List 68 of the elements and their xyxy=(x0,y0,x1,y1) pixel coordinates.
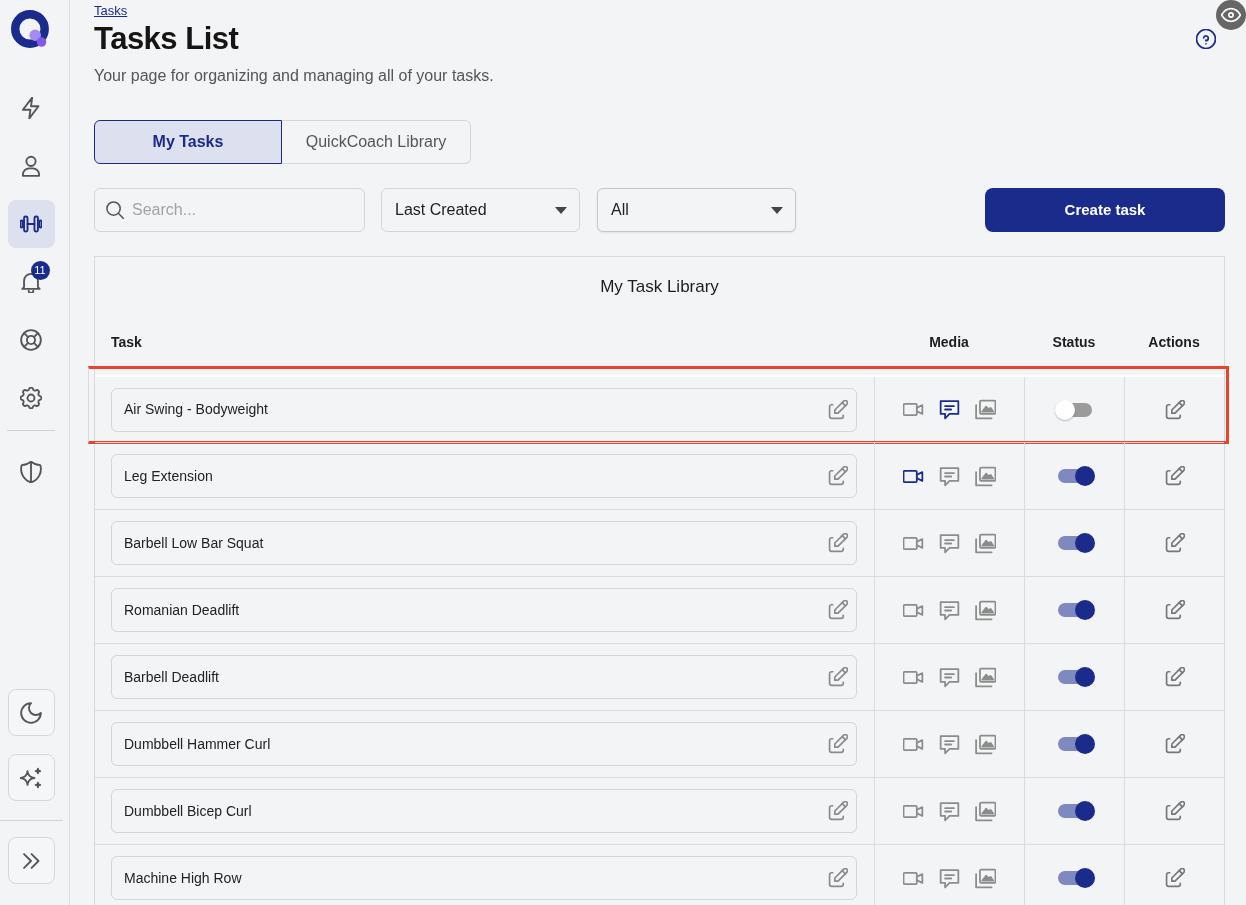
task-name-field[interactable]: Air Swing - Bodyweight xyxy=(111,387,857,432)
image-icon[interactable] xyxy=(975,599,996,621)
person-icon xyxy=(20,155,42,177)
eye-button[interactable] xyxy=(1216,0,1246,30)
edit-icon[interactable] xyxy=(828,667,848,687)
task-name-field[interactable]: Barbell Low Bar Squat xyxy=(111,521,857,565)
theme-button[interactable] xyxy=(7,689,55,736)
notification-badge: 11 xyxy=(30,261,50,280)
breadcrumb-link[interactable]: Tasks xyxy=(94,4,128,18)
column-header: Actions xyxy=(1148,333,1200,352)
comment-icon[interactable] xyxy=(939,399,960,420)
caret-icon xyxy=(771,206,783,214)
sidebar-item[interactable]: 11 xyxy=(7,258,55,306)
task-name-field[interactable]: Romanian Deadlift xyxy=(111,588,857,632)
dumbbell-icon xyxy=(20,213,42,235)
edit-icon[interactable] xyxy=(1164,801,1185,821)
edit-icon[interactable] xyxy=(828,868,848,888)
edit-icon[interactable] xyxy=(1164,600,1185,620)
edit-icon[interactable] xyxy=(1164,466,1185,486)
image-icon[interactable] xyxy=(975,733,996,755)
task-name-field[interactable]: Dumbbell Bicep Curl xyxy=(111,789,857,833)
image-icon[interactable] xyxy=(975,666,996,688)
filter-select[interactable]: All xyxy=(597,188,796,232)
sparkles-icon xyxy=(20,766,42,789)
task-name-field[interactable]: Leg Extension xyxy=(111,454,857,498)
image-icon[interactable] xyxy=(975,867,996,889)
edit-icon[interactable] xyxy=(1164,868,1185,888)
task-name-field[interactable]: Barbell Deadlift xyxy=(111,655,857,699)
tab[interactable]: My Tasks xyxy=(94,120,282,164)
edit-icon[interactable] xyxy=(1164,667,1185,687)
search-icon xyxy=(106,201,124,219)
search-field[interactable]: Search... xyxy=(94,188,365,232)
sparkles-button[interactable] xyxy=(7,754,55,801)
lifebuoy-icon xyxy=(20,329,42,351)
logo-icon[interactable] xyxy=(11,10,51,50)
caret-icon xyxy=(555,206,567,214)
edit-icon[interactable] xyxy=(828,533,848,553)
create-task-button[interactable]: Create task xyxy=(985,188,1225,232)
edit-icon[interactable] xyxy=(828,734,848,754)
edit-icon[interactable] xyxy=(828,399,848,420)
edit-icon[interactable] xyxy=(828,600,848,620)
page-subtitle: Your page for organizing and managing all of your tasks. xyxy=(94,66,495,86)
column-header: Status xyxy=(1052,333,1096,352)
moon-icon xyxy=(20,701,42,724)
edit-icon[interactable] xyxy=(828,801,848,821)
help-icon[interactable] xyxy=(1196,29,1216,49)
image-icon[interactable] xyxy=(975,465,996,487)
sort-select[interactable]: Last Created xyxy=(381,188,580,232)
expand-button[interactable] xyxy=(7,837,55,884)
page-title: Tasks List xyxy=(94,21,239,57)
task-name-field[interactable]: Machine High Row xyxy=(111,856,857,900)
edit-icon[interactable] xyxy=(828,466,848,486)
tab[interactable]: QuickCoach Library xyxy=(282,120,471,164)
panel-title: My Task Library xyxy=(600,275,719,298)
shield-icon xyxy=(20,461,42,483)
task-name-field[interactable]: Dumbbell Hammer Curl xyxy=(111,722,857,766)
column-header: Media xyxy=(929,333,969,352)
edit-icon[interactable] xyxy=(1164,734,1185,754)
lightning-icon xyxy=(20,97,42,119)
image-icon[interactable] xyxy=(975,800,996,822)
settings-icon xyxy=(20,387,42,409)
edit-icon[interactable] xyxy=(1164,533,1185,553)
column-header: Task xyxy=(111,333,142,352)
sidebar-item[interactable] xyxy=(7,200,55,248)
edit-icon[interactable] xyxy=(1164,399,1185,420)
eye-icon xyxy=(1221,5,1241,25)
image-icon[interactable] xyxy=(975,532,996,554)
image-icon[interactable] xyxy=(975,399,996,420)
